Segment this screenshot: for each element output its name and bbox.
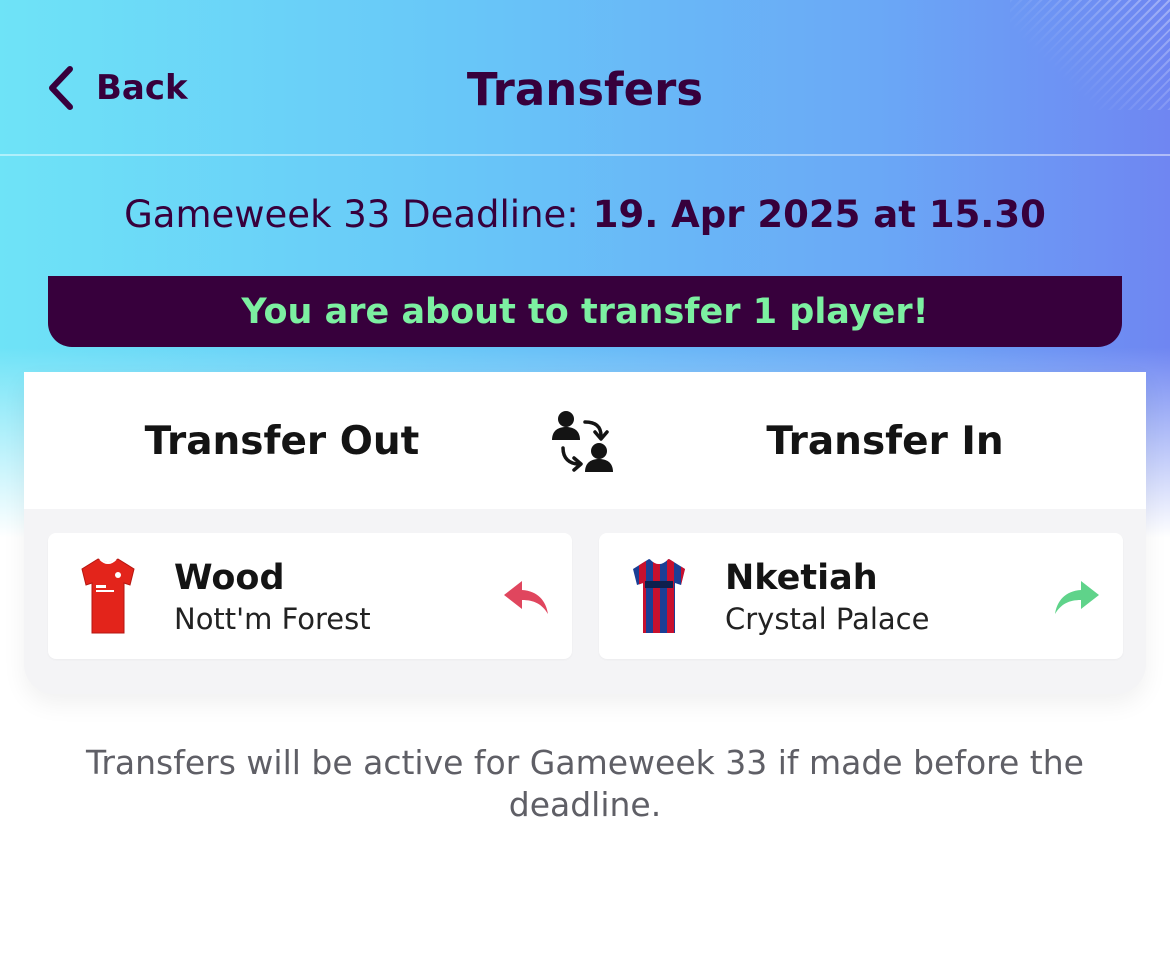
deadline-row: Gameweek 33 Deadline: 19. Apr 2025 at 15.… [0,190,1170,240]
player-name: Nketiah [725,558,878,598]
transfer-in-player-card[interactable]: Nketiah Crystal Palace [599,533,1123,659]
transfer-out-title: Transfer Out [144,419,420,464]
transfer-footnote: Transfers will be active for Gameweek 33… [86,743,1084,824]
deadline-label: Gameweek 33 Deadline: [124,193,579,236]
transfer-card: Transfer Out Transfer In Wood Nott'm For… [24,372,1146,694]
nav-header: Back Transfers [0,0,1170,156]
banner-text: You are about to transfer 1 player! [241,291,929,332]
forward-arrow-icon [1055,581,1099,614]
page-title: Transfers [466,63,704,116]
transfer-count-banner: You are about to transfer 1 player! [48,276,1122,347]
player-name: Wood [174,558,285,598]
shirt-icon [633,558,685,633]
player-team: Crystal Palace [725,602,930,636]
player-swap-icon [552,411,613,472]
reply-arrow-icon [504,581,548,614]
transfer-out-player-card[interactable]: Wood Nott'm Forest [48,533,572,659]
shirt-icon [81,558,135,634]
transfer-card-header: Transfer Out Transfer In [24,372,1146,509]
player-team: Nott'm Forest [174,602,371,636]
transfer-in-title: Transfer In [766,419,1004,464]
deadline-value: 19. Apr 2025 at 15.30 [592,193,1046,236]
